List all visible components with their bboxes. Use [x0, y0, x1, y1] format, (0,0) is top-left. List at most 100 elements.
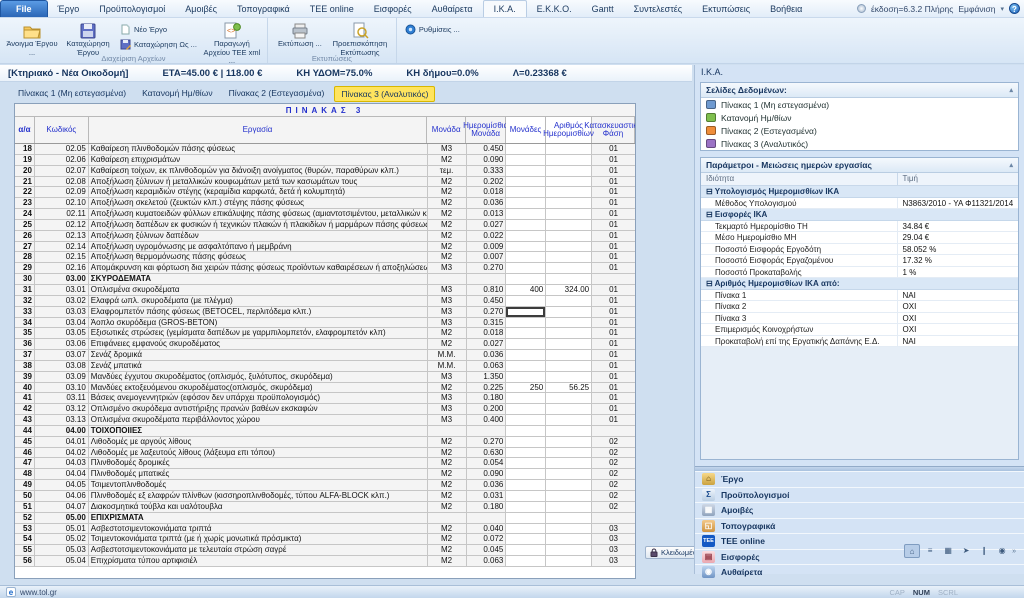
cell-daywages[interactable]	[546, 437, 592, 447]
cell-code[interactable]: 03.08	[35, 361, 89, 371]
cell-units[interactable]	[506, 534, 546, 544]
cell-code[interactable]: 02.12	[35, 220, 89, 230]
cell-daywages[interactable]	[546, 404, 592, 414]
cell-code[interactable]: 04.03	[35, 458, 89, 468]
cell-per-unit[interactable]: 0.036	[467, 480, 507, 490]
datapage-item-1[interactable]: Πίνακας 1 (Μη εστεγασμένα)	[701, 98, 1018, 111]
cell-units[interactable]	[506, 545, 546, 555]
cell-rownum[interactable]: 23	[15, 198, 35, 208]
cell-units[interactable]	[506, 404, 546, 414]
cell-phase[interactable]: 01	[592, 209, 635, 219]
cell-units[interactable]	[506, 242, 546, 252]
cell-phase[interactable]: 01	[592, 415, 635, 425]
cell-rownum[interactable]: 55	[15, 545, 35, 555]
cell-units[interactable]	[506, 209, 546, 219]
cell-code[interactable]: 03.00	[35, 274, 89, 284]
cell-work[interactable]: Λιθοδομές με αργούς λίθους	[89, 437, 428, 447]
cell-per-unit[interactable]: 0.022	[467, 231, 507, 241]
cell-code[interactable]: 02.15	[35, 252, 89, 262]
cell-per-unit[interactable]: 0.225	[467, 383, 507, 393]
cell-rownum[interactable]: 52	[15, 513, 35, 523]
cell-code[interactable]: 03.11	[35, 393, 89, 403]
cell-work[interactable]: Επιφάνειες εμφανούς σκυροδέματος	[89, 339, 428, 349]
cell-code[interactable]: 04.01	[35, 437, 89, 447]
cell-work[interactable]: Ασβεστοτσιμεντοκονιάματα με τελευταία στ…	[89, 545, 428, 555]
nav-item-illegal[interactable]: ◉Αυθαίρετα	[695, 564, 1024, 580]
menu-tab-τοπογραφικά[interactable]: Τοπογραφικά	[227, 0, 300, 17]
cell-phase[interactable]: 03	[592, 524, 635, 534]
cell-work[interactable]: Αποξήλωση κεραμιδιών στέγης (κεραμίδια κ…	[89, 187, 428, 197]
column-header-5[interactable]: Ημερομίσθια Μονάδα	[466, 117, 506, 143]
cell-phase[interactable]: 01	[592, 220, 635, 230]
cell-per-unit[interactable]: 0.063	[467, 556, 507, 566]
cell-units[interactable]	[506, 448, 546, 458]
cell-phase[interactable]: 01	[592, 155, 635, 165]
cell-per-unit[interactable]: 0.810	[467, 285, 507, 295]
cell-rownum[interactable]: 54	[15, 534, 35, 544]
cell-unit[interactable]: M2	[428, 458, 467, 468]
datapage-item-4[interactable]: Πίνακας 3 (Αναλυτικός)	[701, 137, 1018, 150]
cell-units[interactable]	[506, 426, 546, 436]
cell-units[interactable]	[506, 144, 546, 154]
cell-rownum[interactable]: 48	[15, 469, 35, 479]
cell-work[interactable]: Ασβεστοτσιμεντοκονιάματα τριπτά	[89, 524, 428, 534]
cell-code[interactable]: 04.02	[35, 448, 89, 458]
cell-unit[interactable]: M3	[428, 372, 467, 382]
quick-access-icon[interactable]	[857, 4, 866, 13]
cell-units[interactable]	[506, 393, 546, 403]
nav-item-ergo[interactable]: ⌂Έργο	[695, 471, 1024, 487]
cell-phase[interactable]: 01	[592, 166, 635, 176]
cell-per-unit[interactable]	[467, 274, 507, 284]
cell-code[interactable]: 02.07	[35, 166, 89, 176]
cell-work[interactable]: Άοπλο σκυρόδεμα (GROS-BETON)	[89, 318, 428, 328]
column-header-1[interactable]: α/α	[15, 117, 35, 143]
cell-per-unit[interactable]: 0.180	[467, 502, 507, 512]
cell-work[interactable]: Αποξήλωση ξύλινων ή μεταλλικών κουφωμάτω…	[89, 177, 428, 187]
cell-per-unit[interactable]: 0.013	[467, 209, 507, 219]
cell-rownum[interactable]: 28	[15, 252, 35, 262]
cell-per-unit[interactable]	[467, 426, 507, 436]
cell-rownum[interactable]: 45	[15, 437, 35, 447]
cell-per-unit[interactable]: 0.333	[467, 166, 507, 176]
cell-per-unit[interactable]: 0.036	[467, 198, 507, 208]
sheet-tab-4[interactable]: Πίνακας 3 (Αναλυτικός)	[334, 86, 435, 102]
cell-phase[interactable]: 01	[592, 144, 635, 154]
cell-work[interactable]: Αποξήλωση ξύλινων δαπέδων	[89, 231, 428, 241]
param-value[interactable]: N3863/2010 - ΥΑ Φ11321/2014	[898, 198, 1018, 209]
param-row[interactable]: Ποσοστό Εισφοράς Εργοδότη58.052 %	[701, 244, 1018, 256]
column-header-3[interactable]: Εργασία	[89, 117, 428, 143]
cell-per-unit[interactable]: 0.450	[467, 144, 507, 154]
cell-unit[interactable]: M2	[428, 155, 467, 165]
menu-tab-αυθαίρετα[interactable]: Αυθαίρετα	[422, 0, 483, 17]
sheet-tab-2[interactable]: Κατανομή Ημ/θίων	[136, 86, 219, 102]
cell-daywages[interactable]	[546, 231, 592, 241]
cell-unit[interactable]: M3	[428, 415, 467, 425]
cell-unit[interactable]: M2	[428, 198, 467, 208]
cell-daywages[interactable]	[546, 534, 592, 544]
cell-daywages[interactable]	[546, 263, 592, 273]
cell-unit[interactable]: M2	[428, 220, 467, 230]
cell-work[interactable]: Μανδύες έγχυτου σκυροδέματος (οπλισμός, …	[89, 372, 428, 382]
param-group-row[interactable]: ⊟ Εισφορές ΙΚΑ	[701, 209, 1018, 221]
cell-unit[interactable]: M3	[428, 144, 467, 154]
cell-work[interactable]: Πλινθοδομές εξ ελαφρών πλίνθων (κισσηροπ…	[89, 491, 428, 501]
cell-unit[interactable]: M2	[428, 437, 467, 447]
cell-rownum[interactable]: 41	[15, 393, 35, 403]
cell-per-unit[interactable]: 0.202	[467, 177, 507, 187]
cell-rownum[interactable]: 30	[15, 274, 35, 284]
cell-rownum[interactable]: 20	[15, 166, 35, 176]
menu-tab-προϋπολογισμοί[interactable]: Προϋπολογισμοί	[89, 0, 175, 17]
cell-daywages[interactable]	[546, 242, 592, 252]
cell-rownum[interactable]: 36	[15, 339, 35, 349]
param-row[interactable]: Ποσοστό Προκαταβολής1 %	[701, 267, 1018, 279]
cell-daywages[interactable]	[546, 491, 592, 501]
cell-per-unit[interactable]: 1.350	[467, 372, 507, 382]
cell-code[interactable]: 05.01	[35, 524, 89, 534]
table-tray-icon[interactable]: ▦	[940, 544, 956, 558]
cell-daywages[interactable]	[546, 220, 592, 230]
cell-phase[interactable]: 01	[592, 177, 635, 187]
cell-rownum[interactable]: 40	[15, 383, 35, 393]
cell-rownum[interactable]: 37	[15, 350, 35, 360]
cell-rownum[interactable]: 49	[15, 480, 35, 490]
cell-phase[interactable]: 02	[592, 491, 635, 501]
